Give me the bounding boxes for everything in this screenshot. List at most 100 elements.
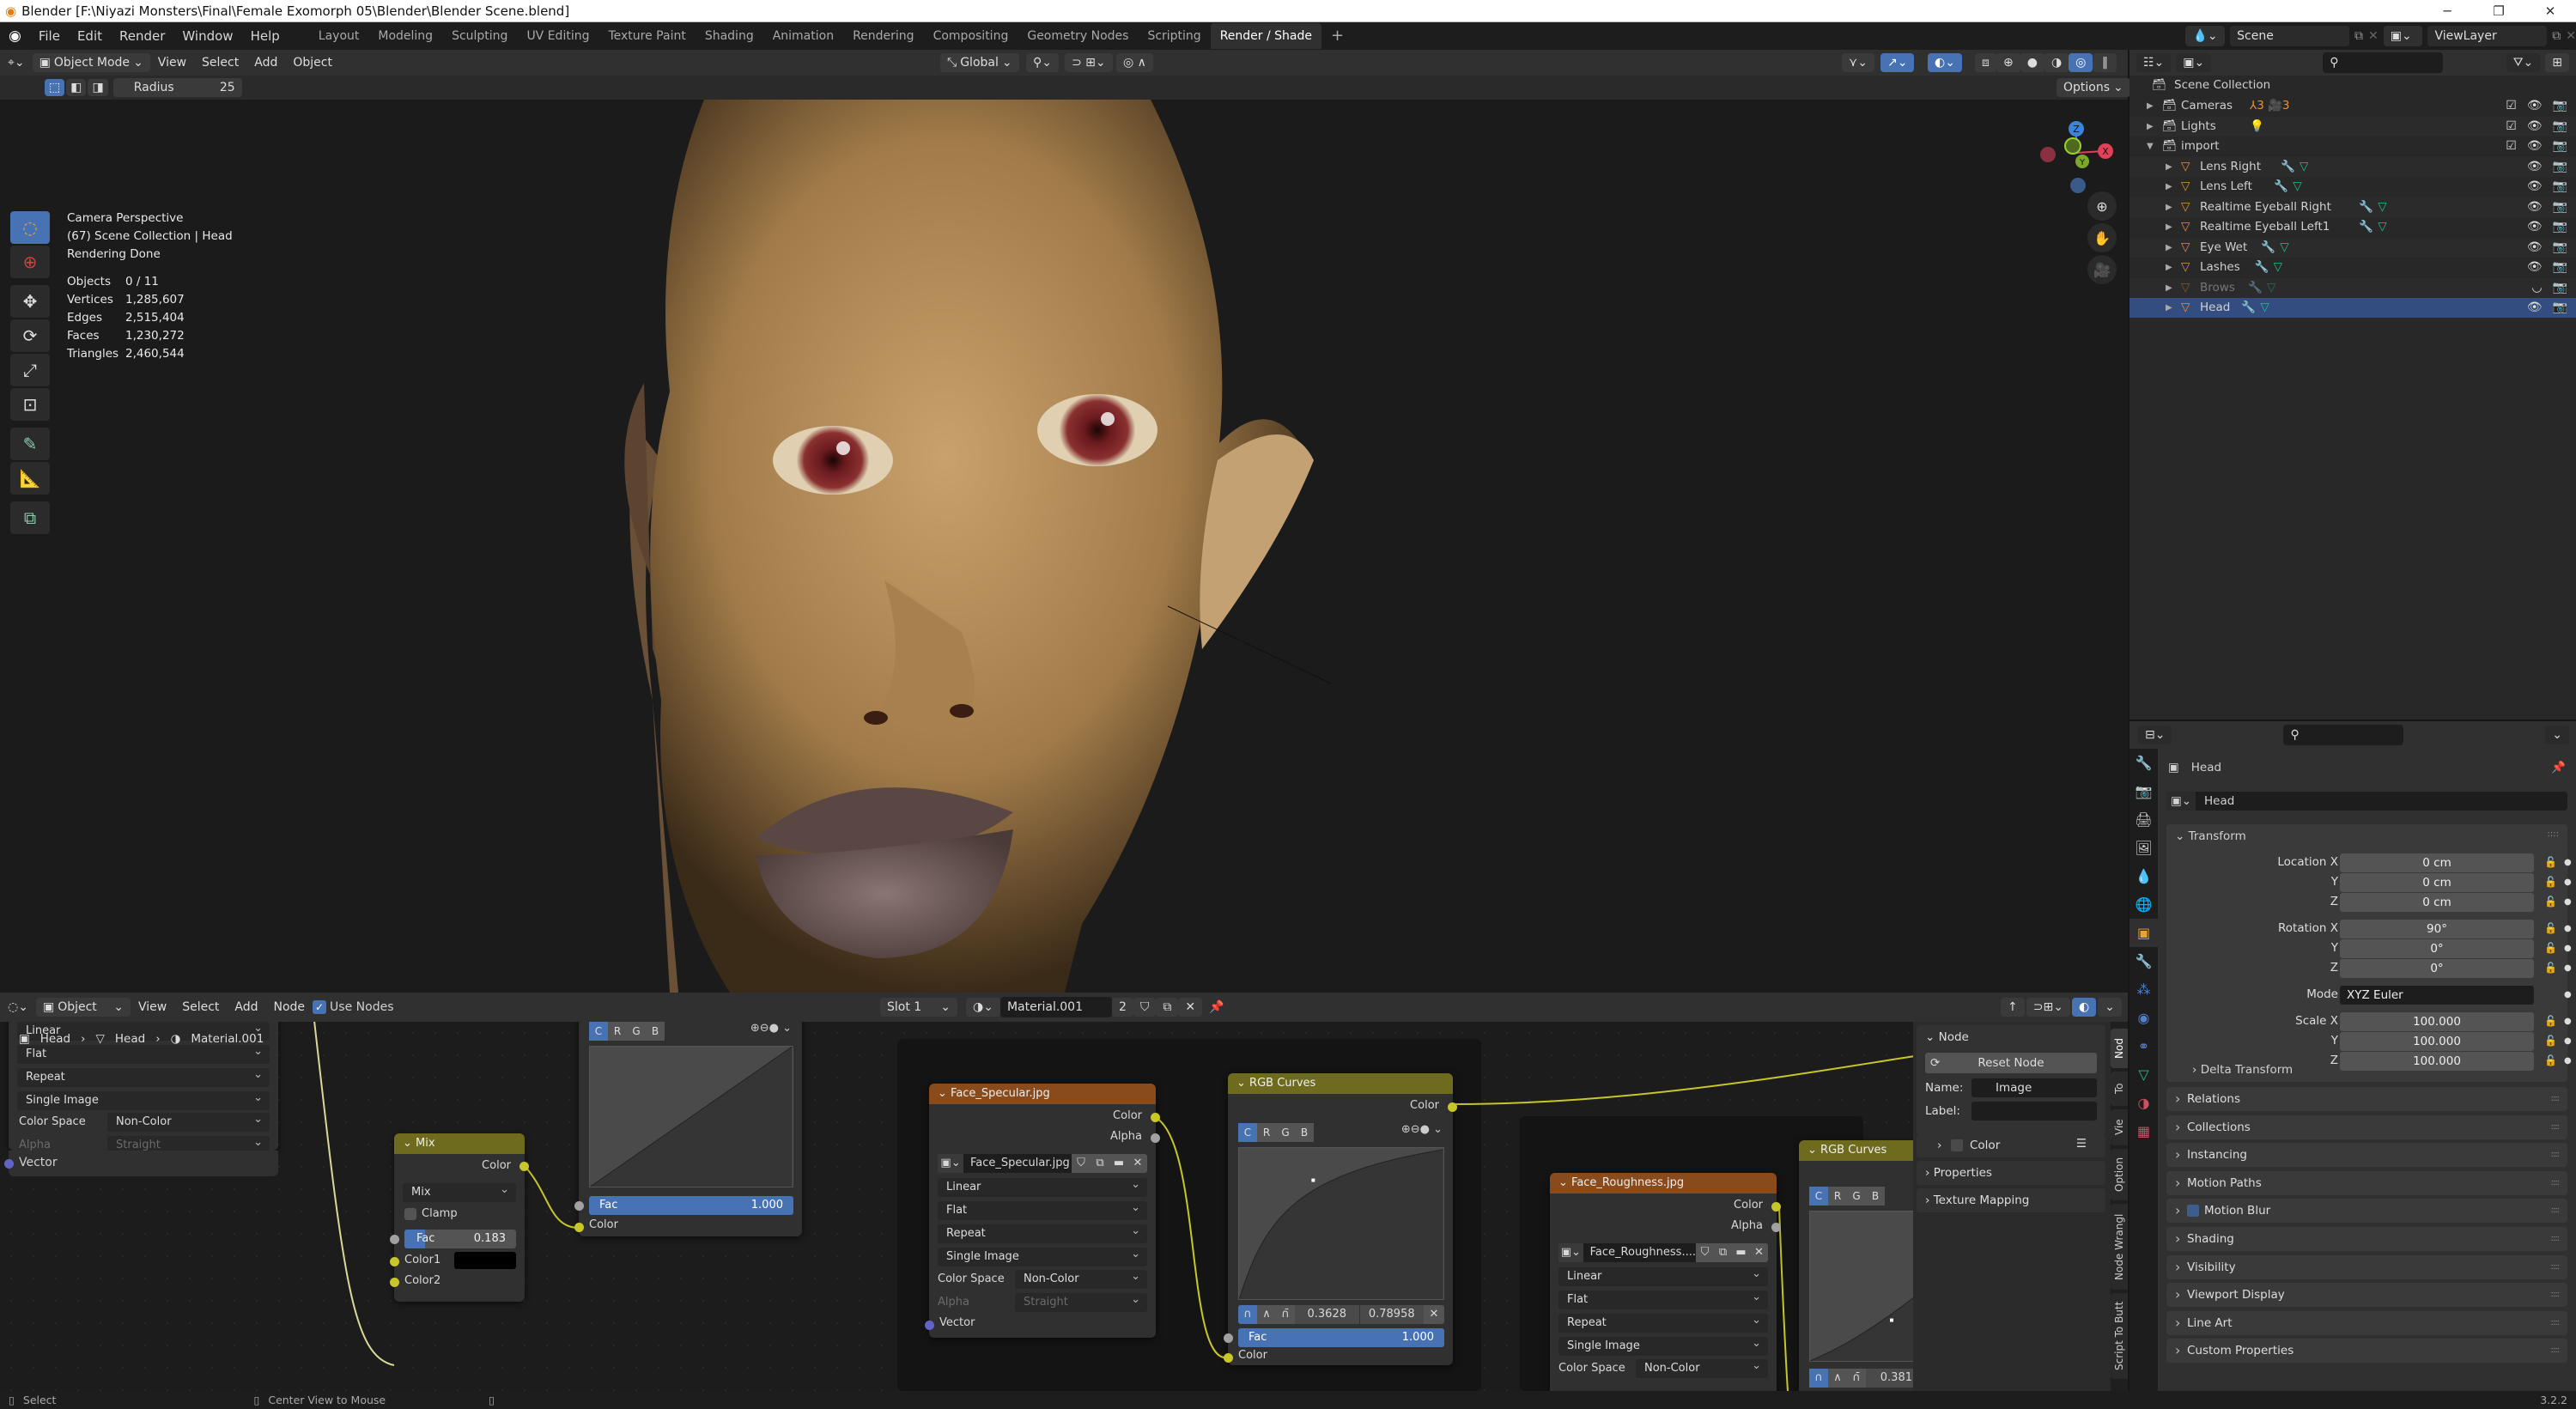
transform-value-field[interactable]: 0 cm [2340, 893, 2534, 912]
close-window-button[interactable]: ✕ [2524, 0, 2576, 22]
sidebar-tab-script-to-button[interactable]: Script To Butt [2111, 1293, 2128, 1379]
transform-value-field[interactable]: 0 cm [2340, 853, 2534, 872]
face-specular-texture-node[interactable]: ⌄ Face_Specular.jpg Color Alpha ▣⌄ Face_… [925, 1084, 1160, 1338]
curves2-output-socket[interactable] [1448, 1102, 1457, 1112]
render-camera-icon[interactable]: 📷 [2553, 298, 2567, 318]
curve-control-point[interactable] [1890, 1318, 1894, 1322]
unlink-material-icon[interactable]: ✕ [1178, 998, 1203, 1017]
mesh-data-icon[interactable]: ▽ [2260, 298, 2269, 318]
material-tab-icon[interactable]: ◑ [2129, 1089, 2158, 1117]
keyframe-dot-icon[interactable]: ● [2564, 1017, 2572, 1026]
pan-view-hand-icon[interactable]: ✋ [2087, 223, 2117, 252]
outliner-item[interactable]: ▶ ▽ Lens Right 🔧 ▽ 👁 📷 [2129, 156, 2576, 177]
auto-handle-icon[interactable]: ∩ [1238, 1305, 1257, 1324]
render-camera-icon[interactable]: 📷 [2553, 197, 2567, 217]
properties-options-dropdown[interactable]: ⌄ [2545, 726, 2569, 744]
render-tab-icon[interactable]: 📷 [2129, 777, 2158, 805]
node-snap-icon[interactable]: ⊃⊞⌄ [2026, 998, 2070, 1017]
specular-vector-socket[interactable] [925, 1321, 934, 1330]
modifier-tab-icon[interactable]: 🔧 [2129, 947, 2158, 975]
eye-icon[interactable]: 👁 [2527, 117, 2543, 137]
channel-r-tab[interactable]: R [608, 1022, 627, 1041]
light-data-icon[interactable]: 💡 [2250, 117, 2264, 137]
gizmo-neg-z-axis[interactable] [2070, 178, 2086, 193]
overlay-toggle[interactable]: ◐⌄ [1928, 53, 1962, 72]
keyframe-dot-icon[interactable]: ● [2564, 990, 2572, 999]
navigation-gizmo[interactable]: Z X Y [2026, 108, 2121, 194]
workspace-tab-shading[interactable]: Shading [696, 23, 763, 49]
add-workspace-button[interactable]: + [1321, 23, 1353, 49]
measure-tool[interactable]: 📐 [10, 462, 50, 495]
viewlayer-selector-icon[interactable]: ▣⌄ [2383, 26, 2423, 46]
motion-blur-checkbox[interactable] [2187, 1205, 2199, 1218]
curves2-fac-slider[interactable]: Fac 1.000 [1238, 1328, 1444, 1347]
object-tab-icon[interactable]: ▣ [2129, 919, 2158, 947]
properties-search-field[interactable]: ⚲ [2283, 725, 2404, 745]
outliner-search-field[interactable]: ⚲ [2323, 52, 2444, 73]
channel-b-tab[interactable]: B [1866, 1187, 1885, 1206]
delete-point-icon[interactable]: ✕ [1424, 1305, 1444, 1324]
collapse-arrow-icon[interactable]: ▼ [2147, 137, 2154, 156]
exclude-checkbox[interactable]: ☑ [2506, 137, 2517, 156]
render-camera-icon[interactable]: 📷 [2553, 117, 2567, 137]
rgb-curves-node-1[interactable]: C R G B ⊕⊖● ⌄ Fac 1.000 Color [574, 1022, 802, 1236]
roughness-alpha-output-socket[interactable] [1771, 1223, 1781, 1232]
snap-toggle[interactable]: ⊃ ⊞⌄ [1065, 53, 1113, 72]
use-nodes-checkbox[interactable]: ✓ Use Nodes [313, 1000, 393, 1014]
expand-arrow-icon[interactable]: ▶ [2147, 117, 2154, 137]
specular-node-header[interactable]: ⌄ Face_Specular.jpg [929, 1084, 1156, 1104]
lock-icon[interactable]: 🔓 [2544, 1015, 2557, 1027]
transform-value-field[interactable]: 100.000 [2340, 1052, 2534, 1071]
open-image-folder-icon[interactable]: ▬ [1732, 1243, 1750, 1262]
transform-value-field[interactable]: 90° [2340, 920, 2534, 938]
editor-type-icon[interactable]: ⌖⌄ [0, 56, 33, 70]
channel-g-tab[interactable]: G [1847, 1187, 1866, 1206]
curves2-header[interactable]: ⌄ RGB Curves [1228, 1073, 1453, 1094]
new-collection-icon[interactable]: ⊞ [2545, 53, 2569, 72]
mix-fac-slider[interactable]: Fac 0.183 [404, 1230, 516, 1248]
curves3-header[interactable]: ⌄ RGB Curves [1799, 1140, 1919, 1161]
scene-remove-icon[interactable]: ✕ [2368, 29, 2379, 43]
rotate-tool[interactable]: ⟳ [10, 319, 50, 352]
node-menu-node[interactable]: Node [266, 1000, 313, 1014]
source-dropdown[interactable]: Single Image [17, 1089, 270, 1110]
eye-icon[interactable]: 👁 [2527, 217, 2543, 237]
pin-icon[interactable]: 📌 [1209, 1000, 1224, 1014]
channel-c-tab[interactable]: C [589, 1022, 608, 1041]
curves2-zoom-tools[interactable]: ⊕⊖● ⌄ [1401, 1123, 1443, 1136]
viewport-menu-object[interactable]: Object [285, 56, 340, 70]
gizmo-toggle[interactable]: ↗⌄ [1880, 53, 1915, 72]
sidebar-tab-node[interactable]: Nod [2111, 1029, 2128, 1068]
roughness-color-output-socket[interactable] [1771, 1202, 1781, 1212]
modifier-wrench-icon[interactable]: 🔧 [2359, 197, 2373, 217]
sidebar-tab-tool[interactable]: To [2111, 1072, 2128, 1106]
workspace-tab-layout[interactable]: Layout [309, 23, 369, 49]
zoom-view-icon[interactable]: ⊕ [2087, 191, 2117, 221]
pin-icon[interactable]: 📌 [2551, 761, 2566, 774]
specular-image-name[interactable]: Face_Specular.jpg [963, 1154, 1072, 1173]
node-color-row[interactable]: › Color ☰ [1917, 1135, 2105, 1157]
workspace-tab-geometry-nodes[interactable]: Geometry Nodes [1018, 23, 1138, 49]
eye-icon[interactable]: 👁 [2527, 137, 2543, 156]
panel-grip-icon[interactable]: :::: [2551, 1143, 2561, 1167]
workspace-tab-texture-paint[interactable]: Texture Paint [598, 23, 695, 49]
solid-shading-button[interactable]: ● [2020, 53, 2044, 72]
outliner-item[interactable]: ▶ 🗃 Cameras ⅄3 🎥3 ☑ 👁 📷 [2129, 96, 2576, 116]
workspace-tab-sculpting[interactable]: Sculpting [442, 23, 517, 49]
lock-icon[interactable]: 🔓 [2544, 896, 2557, 908]
specular-color-space-dropdown[interactable]: Non-Color [1015, 1267, 1147, 1289]
channel-g-tab[interactable]: G [627, 1022, 646, 1041]
transform-tool[interactable]: ⊡ [10, 388, 50, 421]
lock-icon[interactable]: 🔓 [2544, 876, 2557, 888]
panel-grip-icon[interactable]: :::: [2548, 829, 2559, 839]
gizmo-neg-x-axis[interactable] [2040, 147, 2056, 162]
fake-user-shield-icon[interactable]: ⛉ [1133, 998, 1157, 1017]
roughness-extension-dropdown[interactable]: Repeat [1558, 1311, 1768, 1333]
specular-alpha-output-socket[interactable] [1151, 1133, 1160, 1143]
scale-tool[interactable]: ⤢ [10, 354, 50, 386]
open-image-folder-icon[interactable]: ▬ [1109, 1154, 1128, 1173]
properties-section-collections[interactable]: Collections:::: [2166, 1114, 2567, 1139]
keyframe-dot-icon[interactable]: ● [2564, 878, 2572, 887]
scene-name-field[interactable]: Scene [2230, 26, 2349, 46]
unlink-image-icon[interactable]: ✕ [1128, 1154, 1147, 1173]
